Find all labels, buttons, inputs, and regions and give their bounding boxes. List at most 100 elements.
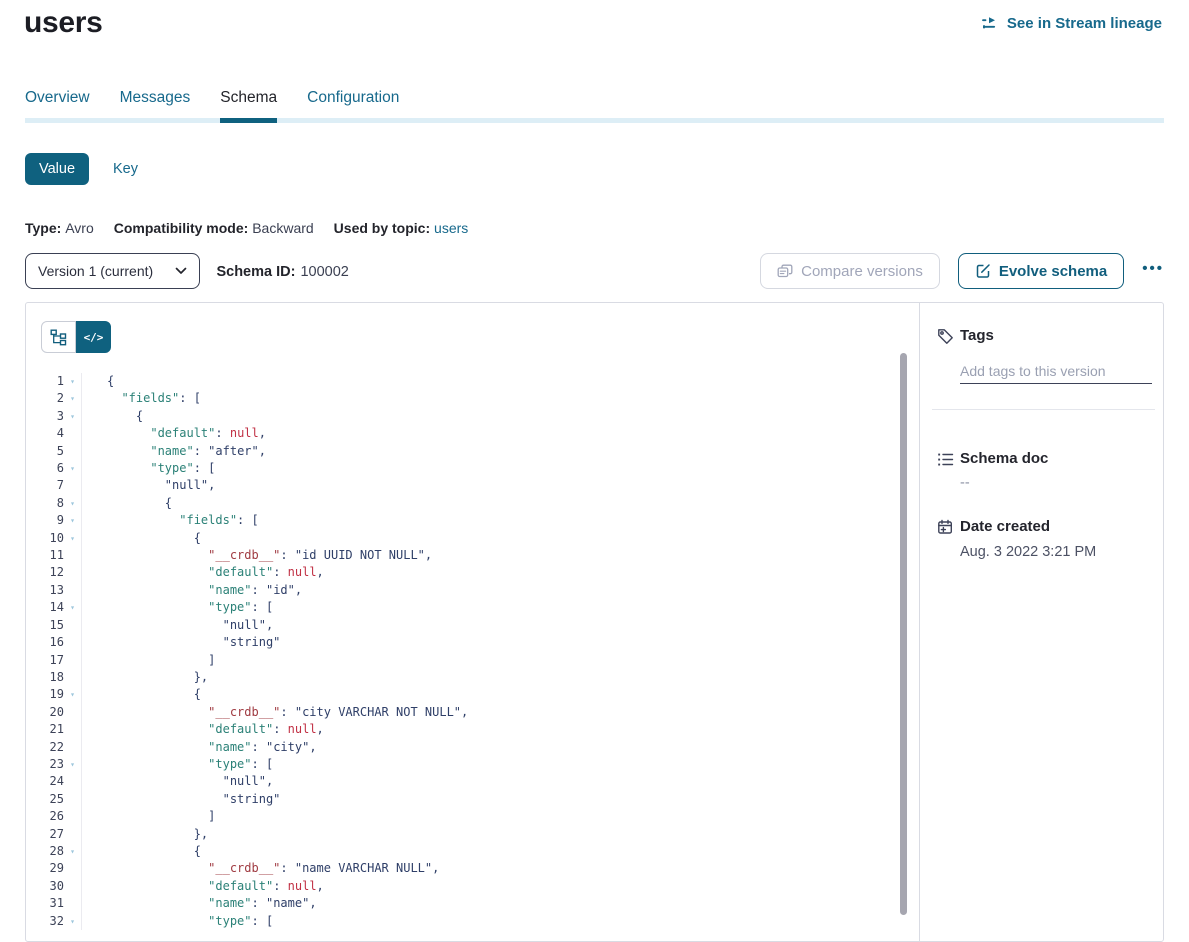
code-content[interactable]: "default": null, xyxy=(81,564,919,581)
code-content[interactable]: "__crdb__": "id UUID NOT NULL", xyxy=(81,547,919,564)
code-line: 23▾ "type": [ xyxy=(26,756,919,773)
fold-arrow-icon[interactable]: ▾ xyxy=(64,408,81,425)
tab-messages[interactable]: Messages xyxy=(120,89,191,117)
code-content[interactable]: "null", xyxy=(81,617,919,634)
key-toggle-button[interactable]: Key xyxy=(113,161,138,177)
tags-heading: Tags xyxy=(960,327,994,344)
tab-configuration[interactable]: Configuration xyxy=(307,89,399,117)
code-content[interactable]: { xyxy=(81,373,919,390)
fold-arrow-icon[interactable]: ▾ xyxy=(64,495,81,512)
code-content[interactable]: "name": "name", xyxy=(81,895,919,912)
code-content[interactable]: "default": null, xyxy=(81,425,919,442)
code-content[interactable]: }, xyxy=(81,669,919,686)
code-content[interactable]: { xyxy=(81,530,919,547)
fold-arrow-icon[interactable]: ▾ xyxy=(64,512,81,529)
line-number: 24 xyxy=(26,773,64,790)
code-content[interactable]: { xyxy=(81,686,919,703)
line-number: 1 xyxy=(26,373,64,390)
code-line: 30 "default": null, xyxy=(26,878,919,895)
code-view-button[interactable]: </> xyxy=(76,321,111,353)
used-by-topic-field: Used by topic: users xyxy=(334,220,469,236)
date-created-heading: Date created xyxy=(960,518,1050,535)
compare-versions-button[interactable]: Compare versions xyxy=(760,253,940,289)
code-content[interactable]: ] xyxy=(81,808,919,825)
code-content[interactable]: { xyxy=(81,408,919,425)
version-select[interactable]: Version 1 (current) xyxy=(25,253,200,289)
value-toggle-button[interactable]: Value xyxy=(25,153,89,185)
code-content[interactable]: "default": null, xyxy=(81,721,919,738)
add-tags-input[interactable] xyxy=(960,359,1152,384)
code-content[interactable]: "__crdb__": "city VARCHAR NOT NULL", xyxy=(81,704,919,721)
schema-doc-value: -- xyxy=(960,475,970,491)
code-content[interactable]: { xyxy=(81,843,919,860)
code-content[interactable]: "name": "id", xyxy=(81,582,919,599)
fold-spacer xyxy=(64,634,81,651)
more-actions-button[interactable]: ••• xyxy=(1142,260,1164,283)
fold-arrow-icon[interactable]: ▾ xyxy=(64,599,81,616)
code-content[interactable]: "fields": [ xyxy=(81,512,919,529)
fold-arrow-icon[interactable]: ▾ xyxy=(64,530,81,547)
fold-spacer xyxy=(64,477,81,494)
line-number: 22 xyxy=(26,739,64,756)
fold-arrow-icon[interactable]: ▾ xyxy=(64,390,81,407)
code-line: 15 "null", xyxy=(26,617,919,634)
code-content[interactable]: "fields": [ xyxy=(81,390,919,407)
fold-arrow-icon[interactable]: ▾ xyxy=(64,843,81,860)
line-number: 7 xyxy=(26,477,64,494)
line-number: 16 xyxy=(26,634,64,651)
code-content[interactable]: "type": [ xyxy=(81,599,919,616)
code-line: 3▾ { xyxy=(26,408,919,425)
code-content[interactable]: "type": [ xyxy=(81,913,919,930)
tree-view-button[interactable] xyxy=(41,321,76,353)
fold-arrow-icon[interactable]: ▾ xyxy=(64,373,81,390)
sidebar-divider xyxy=(932,409,1155,410)
fold-spacer xyxy=(64,721,81,738)
fold-arrow-icon[interactable]: ▾ xyxy=(64,913,81,930)
code-content[interactable]: "string" xyxy=(81,791,919,808)
line-number: 2 xyxy=(26,390,64,407)
date-created-value: Aug. 3 2022 3:21 PM xyxy=(960,544,1096,560)
schema-doc-icon xyxy=(937,451,954,468)
tab-overview[interactable]: Overview xyxy=(25,89,90,117)
code-content[interactable]: "type": [ xyxy=(81,460,919,477)
evolve-schema-button[interactable]: Evolve schema xyxy=(958,253,1124,289)
code-line: 12 "default": null, xyxy=(26,564,919,581)
fold-spacer xyxy=(64,860,81,877)
editor-vertical-scrollbar[interactable] xyxy=(900,353,907,915)
tab-schema[interactable]: Schema xyxy=(220,89,277,117)
code-content[interactable]: "type": [ xyxy=(81,756,919,773)
see-in-stream-lineage-link[interactable]: See in Stream lineage xyxy=(982,15,1162,32)
fold-spacer xyxy=(64,878,81,895)
code-line: 14▾ "type": [ xyxy=(26,599,919,616)
line-number: 12 xyxy=(26,564,64,581)
fold-spacer xyxy=(64,704,81,721)
lineage-link-label: See in Stream lineage xyxy=(1007,15,1162,32)
code-content[interactable]: { xyxy=(81,495,919,512)
code-content[interactable]: }, xyxy=(81,826,919,843)
code-content[interactable]: "default": null, xyxy=(81,878,919,895)
tab-track xyxy=(25,118,1164,123)
topic-link[interactable]: users xyxy=(434,220,468,236)
fold-arrow-icon[interactable]: ▾ xyxy=(64,460,81,477)
schema-meta-row: Type: Avro Compatibility mode: Backward … xyxy=(25,220,468,236)
code-content[interactable]: "name": "city", xyxy=(81,739,919,756)
code-content[interactable]: "string" xyxy=(81,634,919,651)
fold-arrow-icon[interactable]: ▾ xyxy=(64,756,81,773)
schema-code-editor: </> 1▾{2▾ "fields": [3▾ {4 "default": nu… xyxy=(26,303,919,941)
code-line: 27 }, xyxy=(26,826,919,843)
line-number: 9 xyxy=(26,512,64,529)
line-number: 19 xyxy=(26,686,64,703)
fold-arrow-icon[interactable]: ▾ xyxy=(64,686,81,703)
tab-bar: Overview Messages Schema Configuration xyxy=(25,89,1164,123)
code-content[interactable]: "name": "after", xyxy=(81,443,919,460)
schema-panel: </> 1▾{2▾ "fields": [3▾ {4 "default": nu… xyxy=(25,302,1164,942)
code-content[interactable]: "null", xyxy=(81,477,919,494)
line-number: 30 xyxy=(26,878,64,895)
code-content[interactable]: "__crdb__": "name VARCHAR NULL", xyxy=(81,860,919,877)
code-line: 11 "__crdb__": "id UUID NOT NULL", xyxy=(26,547,919,564)
code-content[interactable]: "null", xyxy=(81,773,919,790)
compare-versions-label: Compare versions xyxy=(801,263,923,280)
code-line: 24 "null", xyxy=(26,773,919,790)
code-line: 19▾ { xyxy=(26,686,919,703)
code-content[interactable]: ] xyxy=(81,652,919,669)
